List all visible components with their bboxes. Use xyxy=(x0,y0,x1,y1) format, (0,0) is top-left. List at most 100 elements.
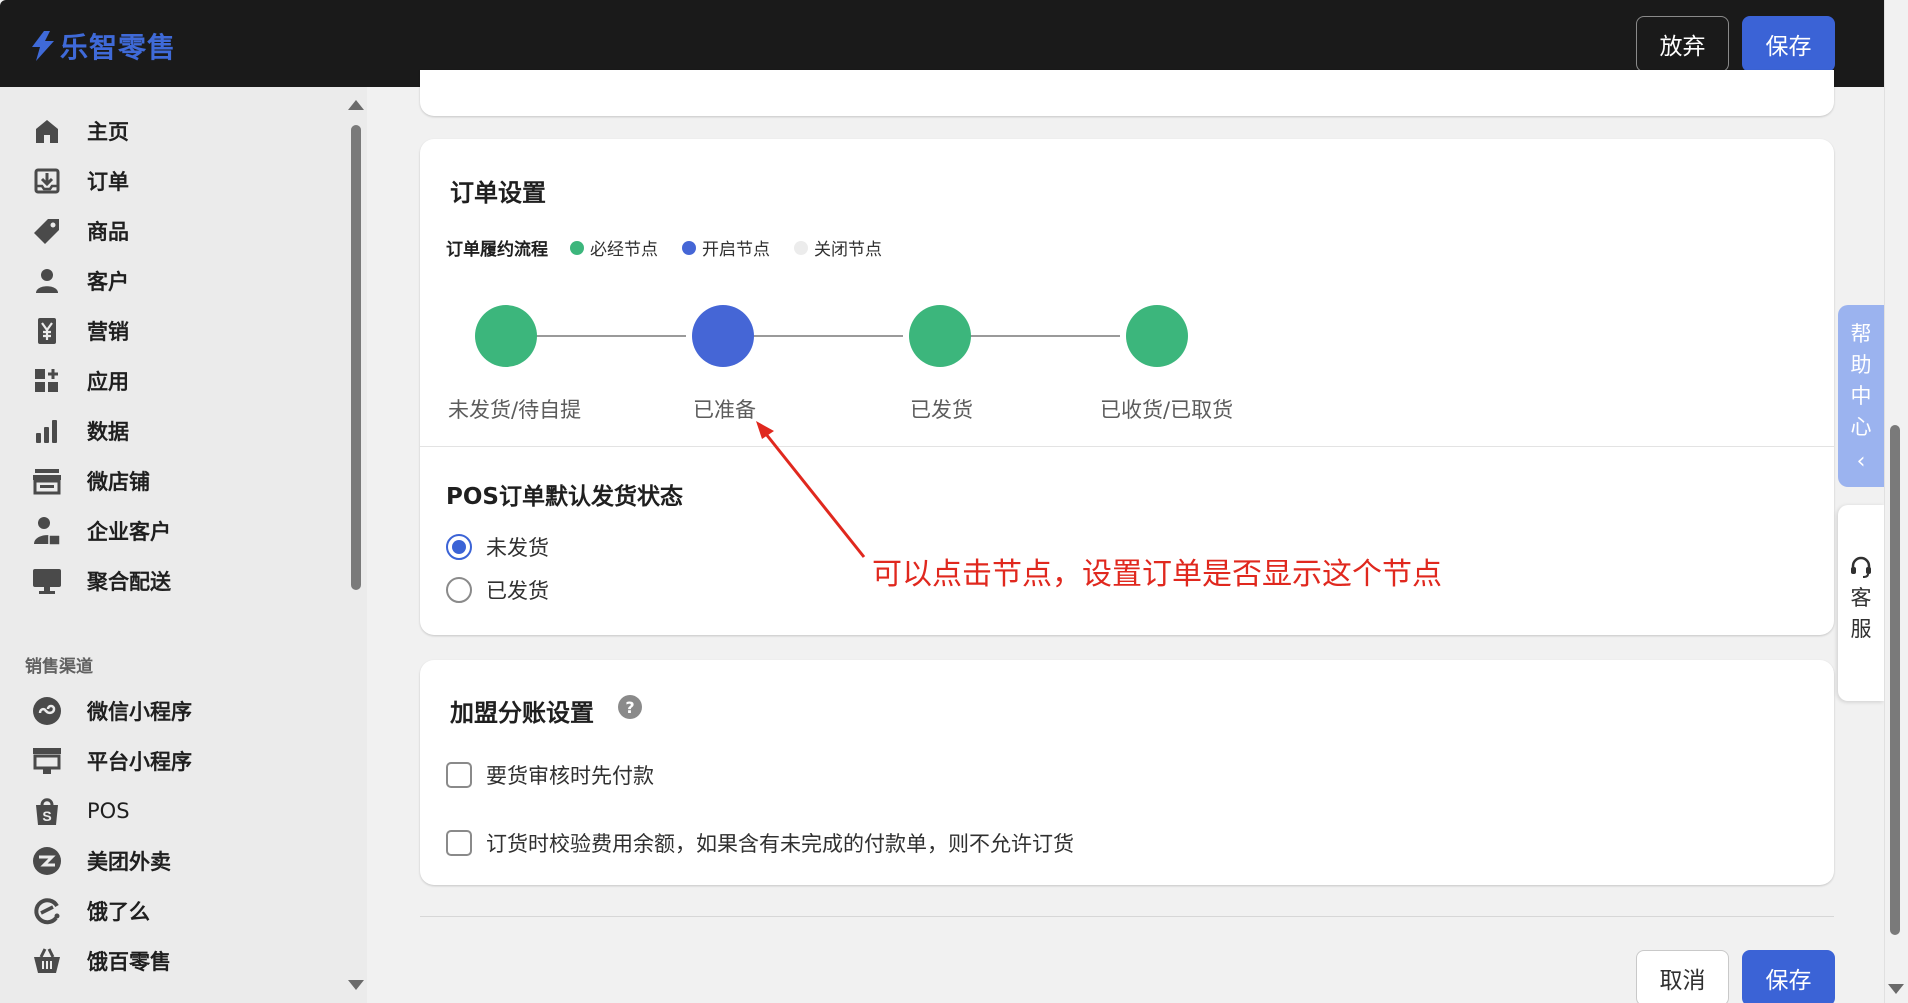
sidebar-item-label: 美团外卖 xyxy=(87,850,171,874)
pos-bag-icon: S xyxy=(31,795,63,827)
legend-item-required: 必经节点 xyxy=(570,235,658,260)
sidebar-item-eleme[interactable]: 饿了么 xyxy=(0,887,330,935)
flow-node-shipped[interactable] xyxy=(909,305,971,367)
legend-title: 订单履约流程 xyxy=(446,240,548,260)
sidebar-item-pos[interactable]: S POS xyxy=(0,787,330,835)
page-scroll-thumb[interactable] xyxy=(1890,425,1900,935)
help-center-char: 心 xyxy=(1850,415,1872,439)
order-inbox-icon xyxy=(31,165,63,197)
radio-shipped[interactable]: 已发货 xyxy=(446,575,549,605)
sidebar-item-meituan[interactable]: 美团外卖 xyxy=(0,837,330,885)
flow-node-label: 已发货 xyxy=(910,398,973,422)
business-user-icon xyxy=(31,515,63,547)
annotation-text: 可以点击节点，设置订单是否显示这个节点 xyxy=(872,557,1442,592)
radio-button[interactable] xyxy=(446,534,472,560)
sidebar-item-label: 微店铺 xyxy=(87,470,150,494)
sidebar-item-label: 企业客户 xyxy=(87,520,171,544)
flow-node-received[interactable] xyxy=(1126,305,1188,367)
flow-legend: 订单履约流程 必经节点 开启节点 关闭节点 xyxy=(446,235,906,260)
sidebar-item-label: 商品 xyxy=(87,220,129,244)
sidebar-item-orders[interactable]: 订单 xyxy=(0,157,330,205)
service-char: 客 xyxy=(1850,586,1872,610)
sidebar-item-label: 饿了么 xyxy=(87,900,150,924)
logo[interactable]: 乐智零售 xyxy=(30,26,176,66)
sidebar-item-data[interactable]: 数据 xyxy=(0,407,330,455)
sidebar-item-home[interactable]: 主页 xyxy=(0,107,330,155)
checkbox-validate-balance[interactable]: 订货时校验费用余额，如果含有未完成的付款单，则不允许订货 xyxy=(446,828,1074,858)
help-center-char: 中 xyxy=(1850,384,1872,408)
help-center-char: 助 xyxy=(1850,353,1872,377)
sidebar-item-label: 订单 xyxy=(87,170,129,194)
help-center-char: 帮 xyxy=(1850,322,1872,346)
legend-label: 关闭节点 xyxy=(814,240,882,260)
checkbox[interactable] xyxy=(446,830,472,856)
footer-save-button[interactable]: 保存 xyxy=(1742,950,1835,1003)
question-mark-help-icon[interactable]: ? xyxy=(618,695,642,719)
scroll-up-arrow-icon[interactable] xyxy=(348,100,364,110)
sidebar-scroll-thumb[interactable] xyxy=(351,125,361,590)
sidebar-item-label: 客户 xyxy=(87,270,129,294)
sidebar-item-delivery[interactable]: 聚合配送 xyxy=(0,557,330,605)
sidebar-item-label: 营销 xyxy=(87,320,129,344)
customer-service-tab[interactable]: 客 服 xyxy=(1838,505,1884,701)
eleme-icon xyxy=(31,895,63,927)
headset-icon xyxy=(1851,556,1871,578)
sidebar-item-label: 平台小程序 xyxy=(87,750,192,774)
apps-grid-icon xyxy=(31,365,63,397)
flow-node-unshipped[interactable] xyxy=(475,305,537,367)
mini-program-icon xyxy=(31,695,63,727)
help-center-tab[interactable]: 帮 助 中 心 ‹ xyxy=(1838,305,1884,487)
sidebar-item-marketing[interactable]: 营销 xyxy=(0,307,330,355)
sidebar: 主页 订单 商品 客户 营销 应用 数据 微店铺 企业客户 聚合配送 销售渠道 … xyxy=(0,87,344,1003)
discard-button[interactable]: 放弃 xyxy=(1636,16,1729,72)
sidebar-item-micro-store[interactable]: 微店铺 xyxy=(0,457,330,505)
sidebar-item-enterprise-customers[interactable]: 企业客户 xyxy=(0,507,330,555)
flow-node-label: 已收货/已取货 xyxy=(1100,398,1234,422)
logo-text: 乐智零售 xyxy=(60,31,177,64)
sidebar-item-label: 数据 xyxy=(87,420,129,444)
sidebar-item-ebai-retail[interactable]: 饿百零售 xyxy=(0,937,330,985)
radio-label: 未发货 xyxy=(486,536,549,560)
sidebar-item-label: 聚合配送 xyxy=(87,570,171,594)
sidebar-item-products[interactable]: 商品 xyxy=(0,207,330,255)
pos-default-status-title: POS订单默认发货状态 xyxy=(446,484,683,510)
legend-item-enabled: 开启节点 xyxy=(682,235,770,260)
page-scroll-down-arrow-icon[interactable] xyxy=(1888,984,1904,994)
annotation-arrow-icon xyxy=(756,421,866,558)
yen-icon xyxy=(31,315,63,347)
closed-dot-icon xyxy=(794,240,808,255)
sidebar-item-wechat-mini-program[interactable]: 微信小程序 xyxy=(0,687,330,735)
checkbox-pay-before-review[interactable]: 要货审核时先付款 xyxy=(446,760,654,790)
legend-label: 开启节点 xyxy=(702,240,770,260)
person-icon xyxy=(31,265,63,297)
radio-unshipped[interactable]: 未发货 xyxy=(446,532,549,562)
required-dot-icon xyxy=(570,240,584,255)
tag-icon xyxy=(31,215,63,247)
franchise-split-settings-card: 加盟分账设置 ? 要货审核时先付款 订货时校验费用余额，如果含有未完成的付款单，… xyxy=(420,660,1834,885)
checkbox[interactable] xyxy=(446,762,472,788)
flow-node-label: 未发货/待自提 xyxy=(448,398,582,422)
sidebar-item-label: 应用 xyxy=(87,370,129,394)
order-settings-title: 订单设置 xyxy=(450,179,546,207)
platform-icon xyxy=(31,745,63,777)
cancel-button[interactable]: 取消 xyxy=(1636,950,1729,1003)
sidebar-item-apps[interactable]: 应用 xyxy=(0,357,330,405)
enabled-dot-icon xyxy=(682,240,696,255)
sidebar-item-label: 主页 xyxy=(87,120,129,144)
chevron-left-icon: ‹ xyxy=(1856,449,1866,474)
sidebar-item-label: 饿百零售 xyxy=(87,950,171,974)
sidebar-item-platform-mini-program[interactable]: 平台小程序 xyxy=(0,737,330,785)
sidebar-item-customers[interactable]: 客户 xyxy=(0,257,330,305)
bar-chart-icon xyxy=(31,415,63,447)
save-button[interactable]: 保存 xyxy=(1742,16,1835,72)
legend-label: 必经节点 xyxy=(590,240,658,260)
store-icon xyxy=(31,465,63,497)
service-char: 服 xyxy=(1850,617,1872,641)
flow-node-prepared[interactable] xyxy=(692,305,754,367)
radio-button[interactable] xyxy=(446,577,472,603)
checkbox-label: 订货时校验费用余额，如果含有未完成的付款单，则不允许订货 xyxy=(486,832,1074,856)
previous-settings-card xyxy=(420,70,1834,116)
logo-icon xyxy=(32,31,54,61)
franchise-settings-title: 加盟分账设置 xyxy=(450,699,594,727)
scroll-down-arrow-icon[interactable] xyxy=(348,980,364,990)
